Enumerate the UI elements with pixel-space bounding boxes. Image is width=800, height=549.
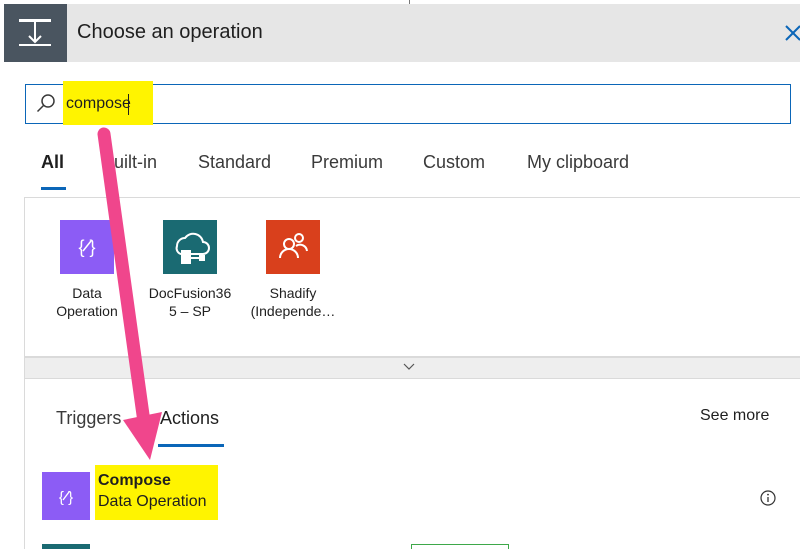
connector-docfusion[interactable]: DocFusion36 5 – SP xyxy=(140,220,240,320)
action-connector-name: Data Operation xyxy=(98,493,207,510)
tab-all[interactable]: All xyxy=(41,152,64,173)
search-input[interactable] xyxy=(66,91,366,117)
connector-label: Data xyxy=(72,285,102,301)
cloud-document-icon xyxy=(163,220,217,274)
active-subtab-indicator xyxy=(158,444,224,447)
tab-my-clipboard[interactable]: My clipboard xyxy=(527,152,629,173)
action-name[interactable]: Compose xyxy=(98,472,171,490)
connector-label: (Independe… xyxy=(250,303,336,319)
next-action-icon xyxy=(42,544,90,549)
tab-triggers[interactable]: Triggers xyxy=(56,408,121,429)
search-icon xyxy=(36,94,56,119)
chevron-down-icon[interactable] xyxy=(403,360,415,374)
compose-step-icon xyxy=(4,4,67,62)
tab-custom[interactable]: Custom xyxy=(423,152,485,173)
people-icon xyxy=(266,220,320,274)
next-action-badge xyxy=(411,544,509,549)
tab-built-in[interactable]: Built-in xyxy=(102,152,157,173)
close-icon[interactable] xyxy=(784,18,800,46)
info-icon[interactable] xyxy=(760,490,776,511)
tab-premium[interactable]: Premium xyxy=(311,152,383,173)
dialog-header: Choose an operation xyxy=(4,4,800,62)
connector-label: 5 – SP xyxy=(168,303,212,319)
see-more-link[interactable]: See more xyxy=(700,407,769,425)
dialog-title: Choose an operation xyxy=(77,21,263,43)
tab-actions[interactable]: Actions xyxy=(160,408,219,429)
connector-label: Operation xyxy=(56,303,118,319)
text-caret xyxy=(128,94,129,115)
connector-label: Shadify xyxy=(269,285,317,301)
connector-label: DocFusion36 xyxy=(148,285,232,301)
svg-text:{ }: { } xyxy=(59,489,73,506)
data-operation-icon: { } xyxy=(42,472,90,520)
active-tab-indicator xyxy=(41,187,66,190)
connector-shadify[interactable]: Shadify (Independe… xyxy=(243,220,343,320)
connector-data-operation[interactable]: { } Data Operation xyxy=(37,220,137,320)
tab-standard[interactable]: Standard xyxy=(198,152,271,173)
search-box xyxy=(25,81,791,125)
data-operation-icon: { } xyxy=(60,220,114,274)
